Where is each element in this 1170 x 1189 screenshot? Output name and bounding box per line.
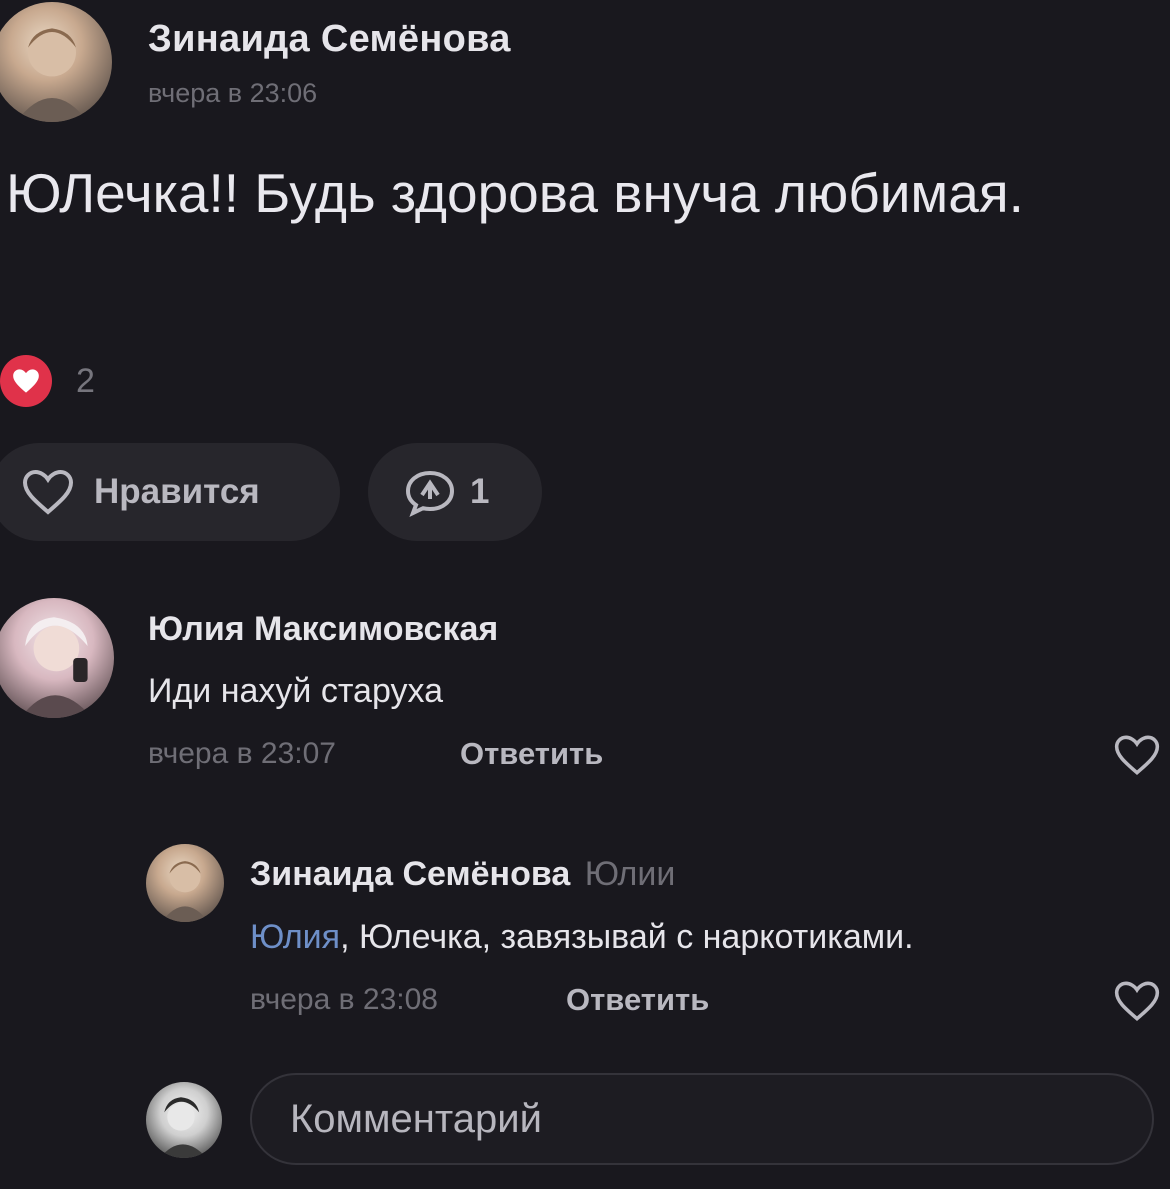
reply-like-heart-icon[interactable] bbox=[1114, 980, 1160, 1022]
reply-text: , Юлечка, завязывай с наркотиками. bbox=[340, 918, 914, 956]
share-icon bbox=[404, 467, 456, 517]
reply-author-avatar[interactable] bbox=[146, 844, 224, 922]
share-count: 1 bbox=[470, 472, 490, 511]
reply-body: Юлия, Юлечка, завязывай с наркотиками. bbox=[250, 918, 914, 957]
reply-author-name[interactable]: Зинаида Семёнова bbox=[250, 855, 570, 893]
heart-outline-icon bbox=[22, 469, 74, 515]
like-button[interactable]: Нравится bbox=[0, 443, 340, 541]
comment-text: Иди нахуй старуха bbox=[148, 672, 443, 710]
reply-reply-button[interactable]: Ответить bbox=[566, 982, 709, 1018]
mention-link[interactable]: Юлия bbox=[250, 918, 340, 956]
reaction-count: 2 bbox=[76, 362, 95, 400]
current-user-avatar[interactable] bbox=[146, 1082, 222, 1158]
post-text: ЮЛечка!! Будь здорова внуча любимая. bbox=[6, 162, 1024, 224]
post-author-avatar[interactable] bbox=[0, 2, 112, 122]
comment-input[interactable] bbox=[288, 1095, 1112, 1143]
comment-author-name[interactable]: Юлия Максимовская bbox=[148, 610, 498, 649]
comment-author-avatar[interactable] bbox=[0, 598, 114, 718]
post-author-name[interactable]: Зинаида Семёнова bbox=[148, 18, 511, 61]
heart-reaction-icon[interactable] bbox=[0, 355, 52, 407]
reply-addressee: Юлии bbox=[584, 855, 676, 893]
like-button-label: Нравится bbox=[94, 472, 260, 511]
share-button[interactable]: 1 bbox=[368, 443, 542, 541]
comment-field[interactable] bbox=[250, 1073, 1154, 1165]
reply-button[interactable]: Ответить bbox=[460, 736, 603, 772]
comment-like-heart-icon[interactable] bbox=[1114, 734, 1160, 776]
reply-header: Зинаида Семёнова Юлии bbox=[250, 855, 675, 894]
post-timestamp: вчера в 23:06 bbox=[148, 78, 318, 108]
comment-timestamp: вчера в 23:07 bbox=[148, 737, 336, 770]
reply-timestamp: вчера в 23:08 bbox=[250, 983, 438, 1016]
